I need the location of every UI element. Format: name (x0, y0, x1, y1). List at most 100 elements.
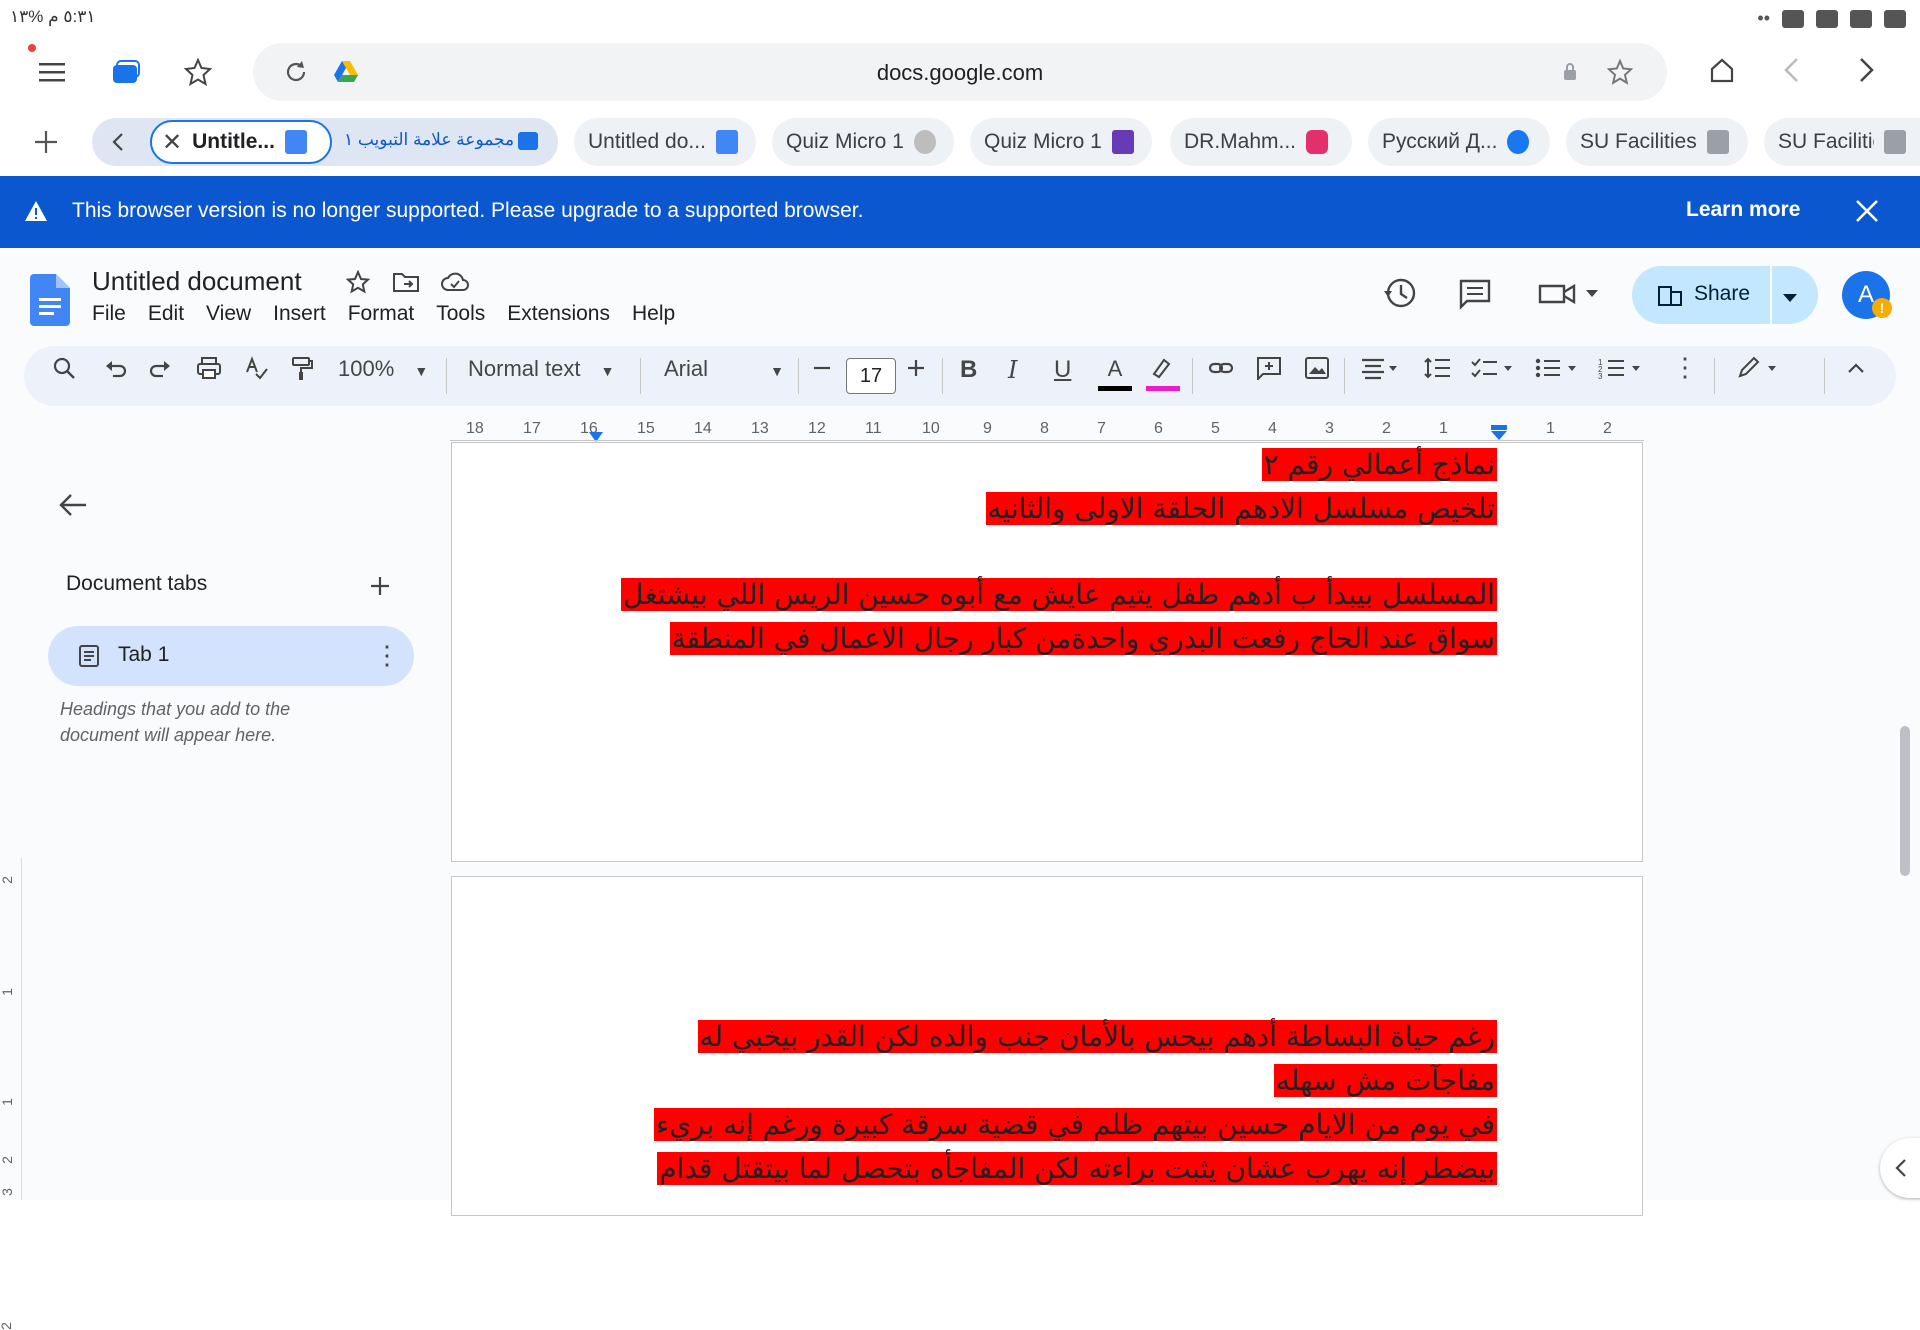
comments-icon[interactable] (1458, 278, 1492, 315)
collapse-group-icon[interactable] (104, 128, 132, 156)
paint-format-icon[interactable] (290, 356, 314, 388)
tab-quiz-micro-1[interactable]: Quiz Micro 1 (772, 118, 954, 166)
tab-switcher-icon[interactable] (108, 54, 144, 90)
line-spacing-icon[interactable] (1424, 356, 1452, 386)
tab-options-icon[interactable]: ⋮ (374, 640, 400, 671)
share-button[interactable]: Share (1632, 266, 1818, 324)
add-tab-icon[interactable] (368, 574, 392, 603)
forward-icon[interactable] (1848, 52, 1884, 88)
tab-group-label[interactable]: مجموعة علامة التبويب ١ (344, 130, 514, 150)
close-banner-icon[interactable] (1854, 198, 1880, 229)
menu-tools[interactable]: Tools (436, 302, 485, 326)
document-outline-sidebar: Document tabs Tab 1 ⋮ Headings that you … (22, 442, 450, 1200)
document-page[interactable]: رغم حياة البساطة أدهم بيحس بالأمان جنب و… (451, 876, 1643, 1216)
toolbar-divider (798, 358, 799, 394)
bold-icon[interactable]: B (960, 356, 977, 384)
spellcheck-icon[interactable] (244, 356, 268, 386)
menu-icon[interactable] (30, 54, 74, 90)
tab-russian[interactable]: Русский Д... (1368, 118, 1550, 166)
text-color-icon[interactable]: A (1098, 356, 1132, 391)
redo-icon[interactable] (148, 356, 172, 386)
add-comment-icon[interactable] (1256, 356, 1282, 386)
tab-active[interactable]: ✕ Untitle... (150, 120, 332, 164)
text-line: تلخيص مسلسل الادهم الحلقة الاولى والثاني… (985, 489, 1497, 529)
increase-font-size-icon[interactable] (906, 356, 926, 386)
checklist-icon[interactable] (1470, 356, 1516, 386)
menu-insert[interactable]: Insert (273, 302, 326, 326)
side-panel-toggle[interactable] (1880, 1138, 1920, 1198)
url-text: docs.google.com (876, 60, 1044, 85)
tab-su-facilities-2[interactable]: SU Facilities (1764, 118, 1920, 166)
horizontal-ruler[interactable]: 18 17 16 15 14 13 12 11 10 9 8 7 6 5 4 3… (450, 418, 1644, 442)
zoom-select[interactable]: 100% ▼ (338, 356, 428, 382)
document-page[interactable]: نماذج أعمالي رقم ٢ تلخيص مسلسل الادهم ال… (451, 442, 1643, 862)
document-title[interactable]: Untitled document (92, 266, 302, 297)
underline-icon[interactable]: U (1054, 356, 1071, 384)
status-bar: ٥:٣١ م %١٣ •• (0, 0, 1920, 36)
undo-icon[interactable] (104, 356, 128, 386)
tab-group: ✕ Untitle... مجموعة علامة التبويب ١ (92, 118, 558, 166)
instagram-icon (1306, 130, 1329, 154)
close-tab-icon[interactable]: ✕ (162, 128, 182, 157)
style-select[interactable]: Normal text ▼ (468, 356, 614, 382)
font-value: Arial (664, 356, 709, 381)
menu-view[interactable]: View (206, 302, 251, 326)
menu-file[interactable]: File (92, 302, 126, 326)
new-tab-icon[interactable] (26, 122, 66, 162)
font-size-input[interactable]: 17 (846, 358, 896, 394)
document-tab-item[interactable]: Tab 1 ⋮ (48, 626, 414, 686)
home-icon[interactable] (1704, 52, 1740, 88)
font-select[interactable]: Arial ▼ (664, 356, 784, 382)
scrollbar-thumb[interactable] (1900, 726, 1910, 876)
back-icon[interactable] (1774, 52, 1810, 88)
insert-image-icon[interactable] (1304, 356, 1330, 386)
ruler-tick: 7 (1097, 420, 1106, 437)
docs-header: Untitled document File Edit View Insert … (0, 248, 1920, 334)
star-icon[interactable] (345, 269, 371, 299)
address-bar[interactable]: docs.google.com (253, 43, 1667, 101)
italic-icon[interactable]: I (1008, 356, 1017, 384)
flipboard-icon (1816, 9, 1838, 28)
meet-icon[interactable] (1538, 280, 1600, 313)
insert-link-icon[interactable] (1208, 356, 1234, 386)
menu-edit[interactable]: Edit (148, 302, 184, 326)
zoom-dropdown-icon: ▼ (414, 363, 429, 379)
version-history-icon[interactable] (1382, 276, 1418, 315)
bookmarks-star-icon[interactable] (180, 54, 216, 90)
share-dropdown-icon[interactable] (1782, 290, 1798, 308)
menu-format[interactable]: Format (348, 302, 415, 326)
move-folder-icon[interactable] (392, 270, 420, 299)
back-arrow-icon[interactable] (58, 492, 88, 523)
cloud-saved-icon[interactable] (440, 270, 470, 299)
ruler-tick: 14 (694, 420, 712, 437)
tab-untitled-doc[interactable]: Untitled do... (574, 118, 756, 166)
more-options-icon[interactable]: ⋮ (1672, 354, 1698, 380)
print-icon[interactable] (196, 356, 222, 386)
ruler-tick: 1 (1546, 420, 1555, 437)
bulleted-list-icon[interactable] (1534, 356, 1580, 386)
docs-logo-icon[interactable] (30, 274, 70, 331)
menu-bar: File Edit View Insert Format Tools Exten… (92, 302, 697, 326)
ruler-baseline (450, 440, 1644, 441)
align-icon[interactable] (1360, 356, 1400, 386)
numbered-list-icon[interactable]: 123 (1598, 356, 1644, 386)
ruler-tick: 13 (751, 420, 769, 437)
menu-extensions[interactable]: Extensions (507, 302, 610, 326)
tab-su-facilities[interactable]: SU Facilities (1566, 118, 1748, 166)
docs-icon (284, 130, 307, 154)
learn-more-link[interactable]: Learn more (1686, 198, 1800, 222)
search-menus-icon[interactable] (52, 356, 76, 386)
tab-quiz-micro-1-forms[interactable]: Quiz Micro 1 (970, 118, 1152, 166)
browser-toolbar: docs.google.com (0, 36, 1920, 108)
ruler-tick: 4 (1268, 420, 1277, 437)
bookmark-star-icon[interactable] (1605, 57, 1635, 87)
menu-help[interactable]: Help (632, 302, 675, 326)
toolbar-divider (640, 358, 641, 394)
banner-message: This browser version is no longer suppor… (72, 199, 864, 222)
highlight-color-icon[interactable] (1146, 356, 1180, 391)
hide-menus-icon[interactable] (1846, 356, 1866, 386)
tab-dr-mahm[interactable]: DR.Mahm... (1170, 118, 1352, 166)
decrease-font-size-icon[interactable] (812, 356, 832, 386)
editing-mode-icon[interactable] (1736, 356, 1784, 386)
notification-dot (28, 44, 36, 52)
